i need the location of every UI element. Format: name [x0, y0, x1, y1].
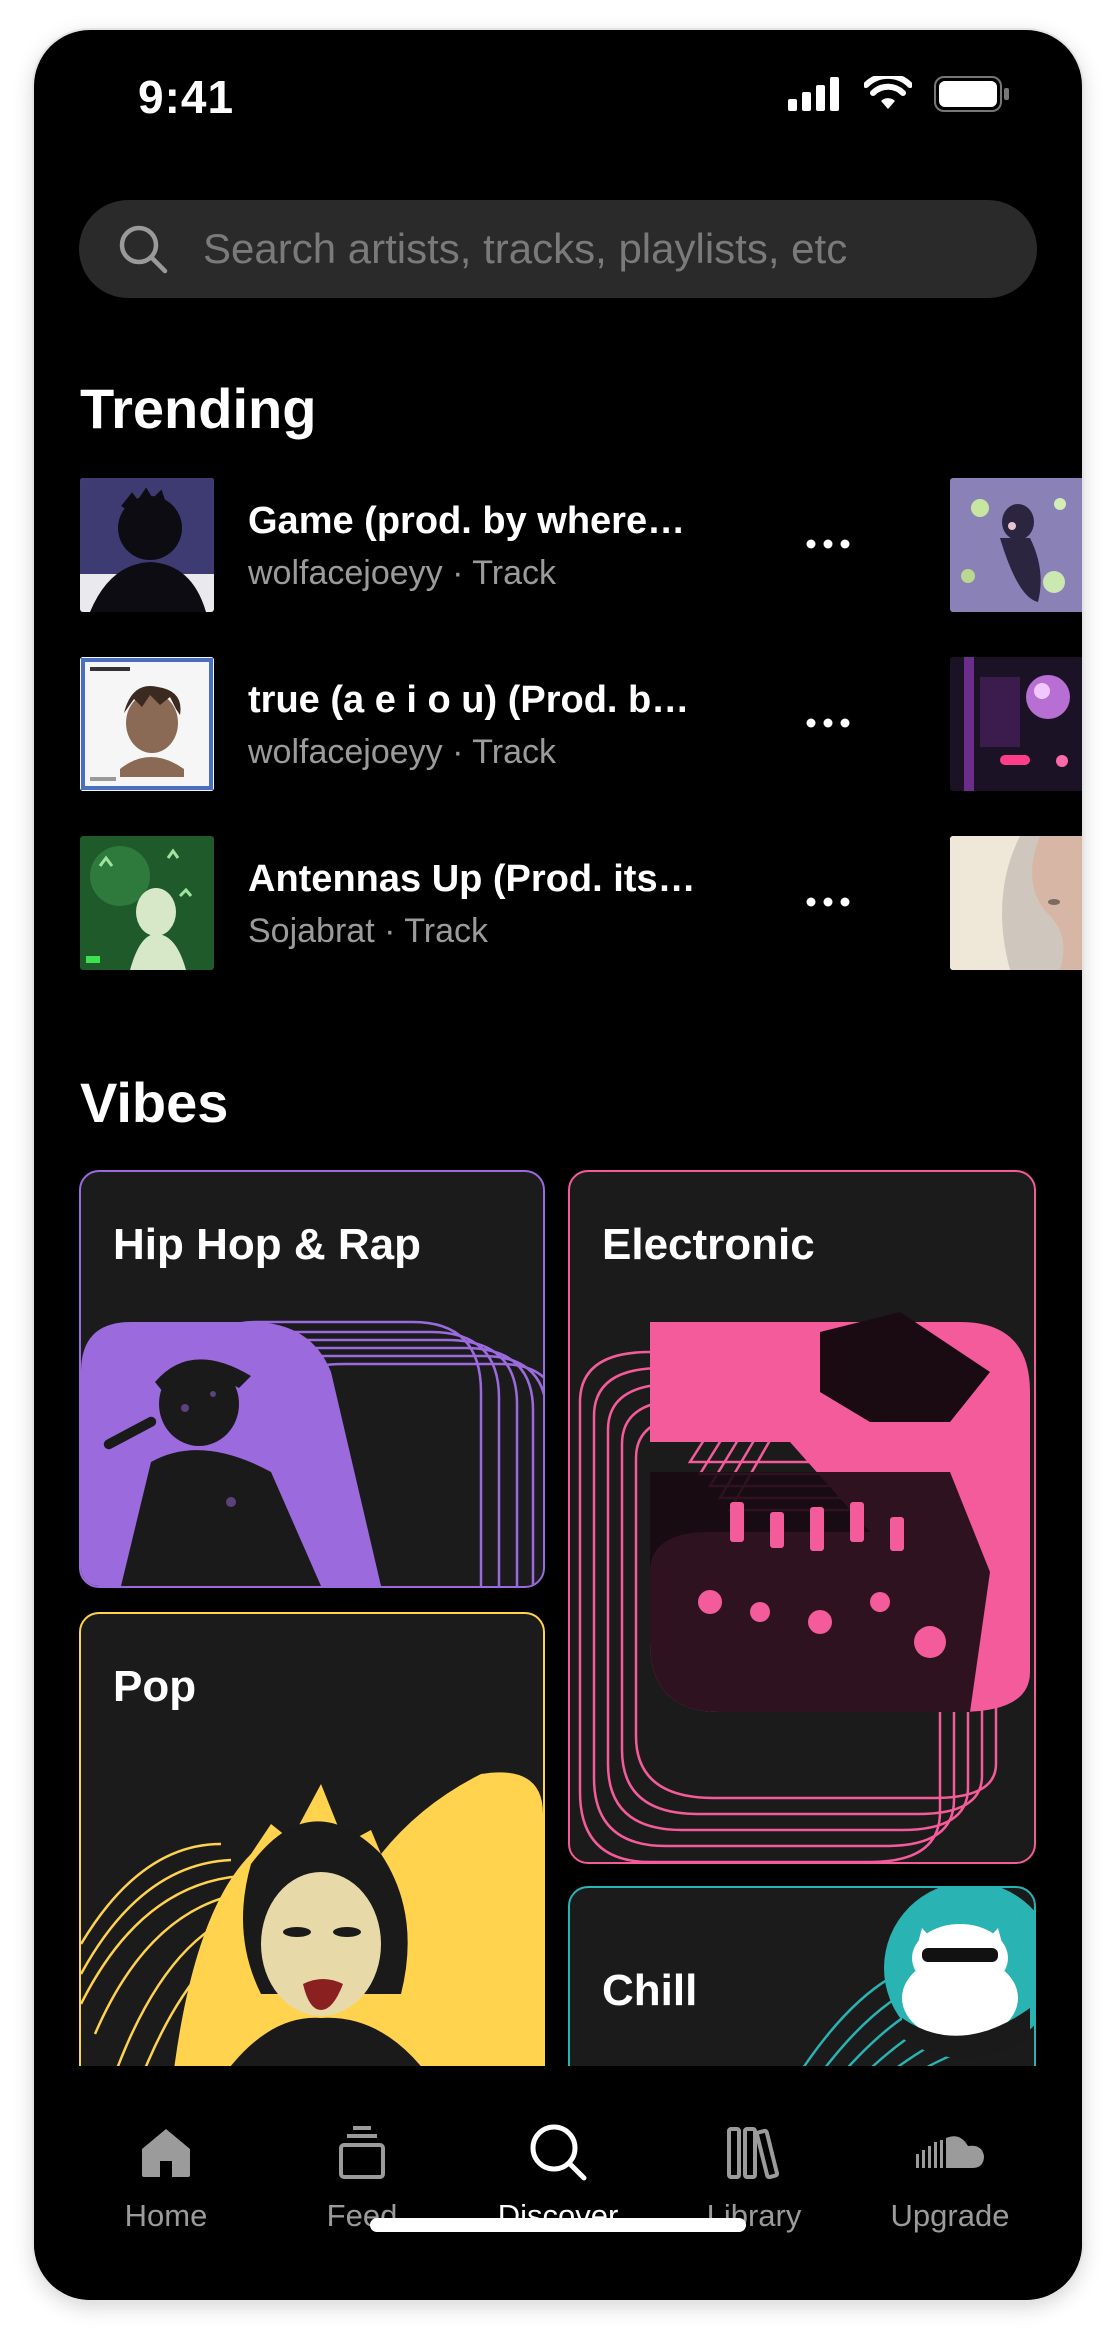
track-artist: wolfacejoeyy: [248, 554, 443, 592]
track-meta: wolfacejoeyy · Track: [248, 554, 556, 593]
tab-discover[interactable]: Discover: [468, 2120, 648, 2234]
more-icon: [806, 718, 850, 728]
meta-separator: ·: [452, 554, 464, 592]
battery-icon: [934, 76, 1009, 112]
status-icons: [788, 76, 1010, 112]
track-title: Antennas Up (Prod. its…: [248, 858, 696, 900]
track-type: Track: [472, 554, 557, 592]
discover-icon: [530, 2124, 587, 2181]
vibe-label: Electronic: [602, 1220, 815, 1269]
tab-upgrade[interactable]: Upgrade: [860, 2120, 1040, 2234]
track-meta: Sojabrat · Track: [248, 912, 488, 951]
tab-library[interactable]: Library: [664, 2120, 844, 2234]
more-options-button[interactable]: [798, 514, 858, 574]
electronic-artwork: [578, 1312, 1030, 1862]
home-icon: [142, 2129, 190, 2177]
tab-label: Home: [124, 2198, 208, 2233]
vibe-card-pop[interactable]: Pop: [79, 1612, 545, 2096]
trending-heading: Trending: [80, 377, 317, 440]
trending-row[interactable]: Antennas Up (Prod. its… Sojabrat · Track: [80, 836, 1082, 970]
tab-bar: Home Feed Discover Library Upgrade: [34, 2066, 1082, 2300]
track-title: true (a e i o u) (Prod. b…: [248, 679, 690, 721]
vibe-card-chill[interactable]: Chill: [568, 1886, 1036, 2090]
wifi-icon: [864, 76, 912, 109]
next-column-artwork[interactable]: [950, 836, 1082, 970]
track-artwork: [80, 657, 214, 791]
meta-separator: ·: [452, 733, 464, 771]
tab-feed[interactable]: Feed: [272, 2120, 452, 2234]
search-bar[interactable]: [79, 200, 1037, 298]
next-column-artwork[interactable]: [950, 657, 1082, 791]
vibes-heading: Vibes: [80, 1071, 229, 1134]
vibe-label: Hip Hop & Rap: [113, 1220, 421, 1269]
vibe-card-electronic[interactable]: Electronic: [568, 1170, 1036, 1864]
more-options-button[interactable]: [798, 872, 858, 932]
track-artwork: [80, 836, 214, 970]
next-column-artwork[interactable]: [950, 478, 1082, 612]
trending-row[interactable]: true (a e i o u) (Prod. b… wolfacejoeyy …: [80, 657, 1082, 791]
feed-icon: [339, 2126, 385, 2179]
vibe-label: Pop: [113, 1662, 197, 1711]
meta-separator: ·: [384, 912, 396, 950]
vibe-card-hip-hop-rap[interactable]: Hip Hop & Rap: [79, 1170, 545, 1588]
phone-screen: 9:41 Trending: [34, 30, 1082, 2300]
more-options-button[interactable]: [798, 693, 858, 753]
tab-home[interactable]: Home: [76, 2120, 256, 2234]
track-artist: Sojabrat: [248, 912, 375, 950]
library-icon: [727, 2127, 779, 2179]
status-time: 9:41: [138, 71, 235, 123]
trending-row[interactable]: Game (prod. by where… wolfacejoeyy · Tra…: [80, 478, 1082, 612]
vibe-label: Chill: [602, 1966, 698, 2015]
search-input[interactable]: [201, 224, 985, 274]
track-artist: wolfacejoeyy: [248, 733, 443, 771]
search-icon: [119, 225, 168, 274]
track-title: Game (prod. by where…: [248, 500, 686, 542]
track-meta: wolfacejoeyy · Track: [248, 733, 556, 772]
track-artwork: [80, 478, 214, 612]
signal-icon: [788, 77, 839, 111]
track-type: Track: [472, 733, 557, 771]
more-icon: [806, 539, 850, 549]
home-indicator: [370, 2218, 746, 2232]
tab-label: Upgrade: [890, 2198, 1010, 2233]
more-icon: [806, 897, 850, 907]
track-type: Track: [404, 912, 489, 950]
soundcloud-icon: [916, 2136, 984, 2168]
